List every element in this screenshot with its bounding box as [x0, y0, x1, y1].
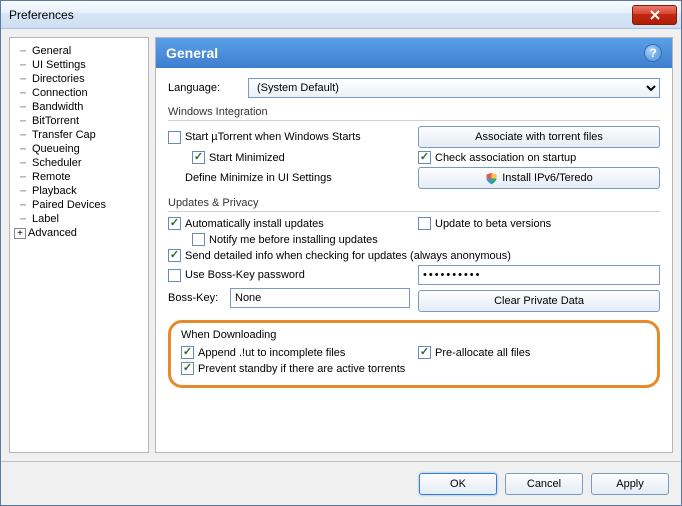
sidebar-item-scheduler[interactable]: ⋯Scheduler	[14, 156, 144, 170]
checkbox-label: Prevent standby if there are active torr…	[198, 363, 405, 375]
checkbox-label: Start Minimized	[209, 152, 285, 164]
sidebar-item-bittorrent[interactable]: ⋯BitTorrent	[14, 114, 144, 128]
sidebar-item-connection[interactable]: ⋯Connection	[14, 86, 144, 100]
tree-connector-icon: ⋯	[14, 74, 32, 85]
content-panel: General ? Language: (System Default) Win…	[155, 37, 673, 453]
tree-connector-icon: ⋯	[14, 144, 32, 155]
checkbox-icon	[418, 217, 431, 230]
expand-icon[interactable]: +	[14, 228, 26, 239]
clear-private-data-button[interactable]: Clear Private Data	[418, 290, 660, 312]
language-label: Language:	[168, 82, 248, 94]
checkbox-icon	[181, 362, 194, 375]
language-select[interactable]: (System Default)	[248, 78, 660, 98]
section-windows-integration: Windows Integration	[168, 106, 660, 121]
associate-button[interactable]: Associate with torrent files	[418, 126, 660, 148]
sidebar-item-general[interactable]: ⋯General	[14, 44, 144, 58]
beta-checkbox[interactable]: Update to beta versions	[418, 217, 660, 230]
checkbox-icon	[192, 233, 205, 246]
sidebar-item-playback[interactable]: ⋯Playback	[14, 184, 144, 198]
checkbox-label: Update to beta versions	[435, 218, 551, 230]
ok-button[interactable]: OK	[419, 473, 497, 495]
checkbox-label: Start µTorrent when Windows Starts	[185, 131, 361, 143]
checkbox-label: Use Boss-Key password	[185, 269, 305, 281]
checkbox-label: Append .!ut to incomplete files	[198, 347, 345, 359]
checkbox-icon	[168, 269, 181, 282]
help-button[interactable]: ?	[644, 44, 662, 62]
checkbox-icon	[192, 151, 205, 164]
shield-icon	[485, 172, 498, 185]
tree-connector-icon: ⋯	[14, 200, 32, 211]
sidebar-item-transfer-cap[interactable]: ⋯Transfer Cap	[14, 128, 144, 142]
section-updates-privacy: Updates & Privacy	[168, 197, 660, 212]
category-tree: ⋯General ⋯UI Settings ⋯Directories ⋯Conn…	[9, 37, 149, 453]
tree-connector-icon: ⋯	[14, 214, 32, 225]
checkbox-label: Automatically install updates	[185, 218, 324, 230]
checkbox-label: Check association on startup	[435, 152, 576, 164]
boss-key-label: Boss-Key:	[168, 292, 224, 304]
page-title: General	[166, 45, 644, 61]
sidebar-item-directories[interactable]: ⋯Directories	[14, 72, 144, 86]
boss-key-password-field[interactable]	[418, 265, 660, 285]
content-header: General ?	[156, 38, 672, 68]
checkbox-icon	[418, 151, 431, 164]
checkbox-icon	[418, 346, 431, 359]
close-button[interactable]	[632, 5, 677, 25]
sidebar-item-remote[interactable]: ⋯Remote	[14, 170, 144, 184]
boss-key-checkbox[interactable]: Use Boss-Key password	[168, 269, 410, 282]
auto-updates-checkbox[interactable]: Automatically install updates	[168, 217, 410, 230]
help-icon: ?	[649, 46, 656, 60]
checkbox-icon	[168, 131, 181, 144]
define-minimize-label: Define Minimize in UI Settings	[168, 172, 410, 184]
close-icon	[650, 10, 660, 20]
checkbox-label: Send detailed info when checking for upd…	[185, 250, 511, 262]
language-row: Language: (System Default)	[168, 78, 660, 98]
checkbox-icon	[168, 249, 181, 262]
section-when-downloading: When Downloading	[181, 329, 647, 341]
window-title: Preferences	[9, 8, 632, 22]
install-ipv6-button[interactable]: Install IPv6/Teredo	[418, 167, 660, 189]
prealloc-checkbox[interactable]: Pre-allocate all files	[418, 346, 647, 359]
prevent-standby-checkbox[interactable]: Prevent standby if there are active torr…	[181, 362, 647, 375]
sidebar-item-paired-devices[interactable]: ⋯Paired Devices	[14, 198, 144, 212]
tree-connector-icon: ⋯	[14, 60, 32, 71]
preferences-window: Preferences ⋯General ⋯UI Settings ⋯Direc…	[0, 0, 682, 506]
sidebar-item-label[interactable]: ⋯Label	[14, 212, 144, 226]
when-downloading-highlight: When Downloading Append .!ut to incomple…	[168, 320, 660, 388]
tree-connector-icon: ⋯	[14, 130, 32, 141]
start-minimized-checkbox[interactable]: Start Minimized	[168, 151, 410, 164]
tree-connector-icon: ⋯	[14, 102, 32, 113]
checkbox-label: Notify me before installing updates	[209, 234, 378, 246]
tree-connector-icon: ⋯	[14, 116, 32, 127]
titlebar: Preferences	[1, 1, 681, 29]
tree-connector-icon: ⋯	[14, 88, 32, 99]
sidebar-item-ui-settings[interactable]: ⋯UI Settings	[14, 58, 144, 72]
checkbox-icon	[181, 346, 194, 359]
tree-connector-icon: ⋯	[14, 186, 32, 197]
check-association-checkbox[interactable]: Check association on startup	[418, 151, 660, 164]
sidebar-item-queueing[interactable]: ⋯Queueing	[14, 142, 144, 156]
tree-connector-icon: ⋯	[14, 158, 32, 169]
tree-connector-icon: ⋯	[14, 46, 32, 57]
append-ut-checkbox[interactable]: Append .!ut to incomplete files	[181, 346, 410, 359]
tree-connector-icon: ⋯	[14, 172, 32, 183]
checkbox-icon	[168, 217, 181, 230]
dialog-body: ⋯General ⋯UI Settings ⋯Directories ⋯Conn…	[1, 29, 681, 461]
send-detailed-checkbox[interactable]: Send detailed info when checking for upd…	[168, 249, 660, 262]
boss-key-field[interactable]	[230, 288, 410, 308]
apply-button[interactable]: Apply	[591, 473, 669, 495]
content-body: Language: (System Default) Windows Integ…	[156, 68, 672, 452]
start-windows-checkbox[interactable]: Start µTorrent when Windows Starts	[168, 131, 410, 144]
dialog-footer: OK Cancel Apply	[1, 461, 681, 505]
sidebar-item-bandwidth[interactable]: ⋯Bandwidth	[14, 100, 144, 114]
notify-updates-checkbox[interactable]: Notify me before installing updates	[168, 233, 660, 246]
cancel-button[interactable]: Cancel	[505, 473, 583, 495]
checkbox-label: Pre-allocate all files	[435, 347, 530, 359]
sidebar-item-advanced[interactable]: +Advanced	[14, 226, 144, 240]
